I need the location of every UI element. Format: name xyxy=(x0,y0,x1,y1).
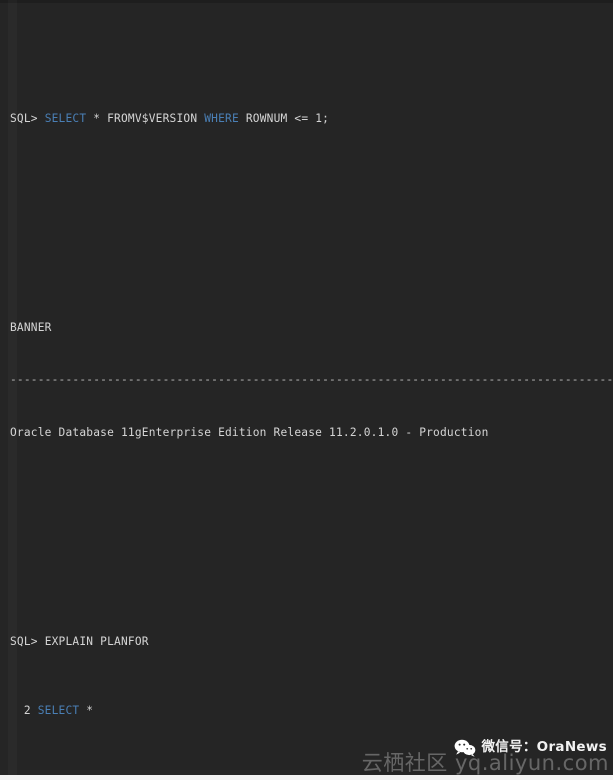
keyword-select: SELECT xyxy=(44,112,87,126)
where-predicate: ROWNUM <= 1; xyxy=(245,112,330,126)
sql-prompt: SQL> xyxy=(10,112,38,126)
line-number: 2 xyxy=(23,704,31,718)
banner-value: Oracle Database 11gEnterprise Edition Re… xyxy=(10,425,489,439)
terminal-output[interactable]: SQL> SELECT * FROMV$VERSION WHERE ROWNUM… xyxy=(0,0,613,780)
watermark-wechat-group: 微信号：OraNews xyxy=(454,739,607,757)
sql-prompt: SQL> xyxy=(10,634,38,648)
explain-command: EXPLAIN PLANFOR xyxy=(44,634,149,648)
line-keyword: SELECT xyxy=(37,704,80,718)
window-top-edge xyxy=(0,0,613,3)
watermark: 云栖社区 yq.aliyun.com 微信号：OraNews xyxy=(309,730,609,774)
watermark-site-text: 云栖社区 yq.aliyun.com xyxy=(361,750,609,775)
banner-header: BANNER xyxy=(10,321,52,335)
bottom-strip xyxy=(0,775,613,780)
command-line-version: SQL> SELECT * FROMV$VERSION WHERE ROWNUM… xyxy=(0,110,613,127)
watermark-wechat-label: 微信号：OraNews xyxy=(481,739,607,756)
line-text: * xyxy=(79,704,94,718)
command-line-explain: SQL> EXPLAIN PLANFOR xyxy=(0,633,613,650)
sql-line: 2 SELECT * xyxy=(0,702,613,719)
keyword-where: WHERE xyxy=(204,112,239,126)
from-table-token: FROMV$VERSION xyxy=(107,112,198,126)
wechat-icon xyxy=(454,739,476,757)
banner-rule: ----------------------------------------… xyxy=(10,373,613,387)
